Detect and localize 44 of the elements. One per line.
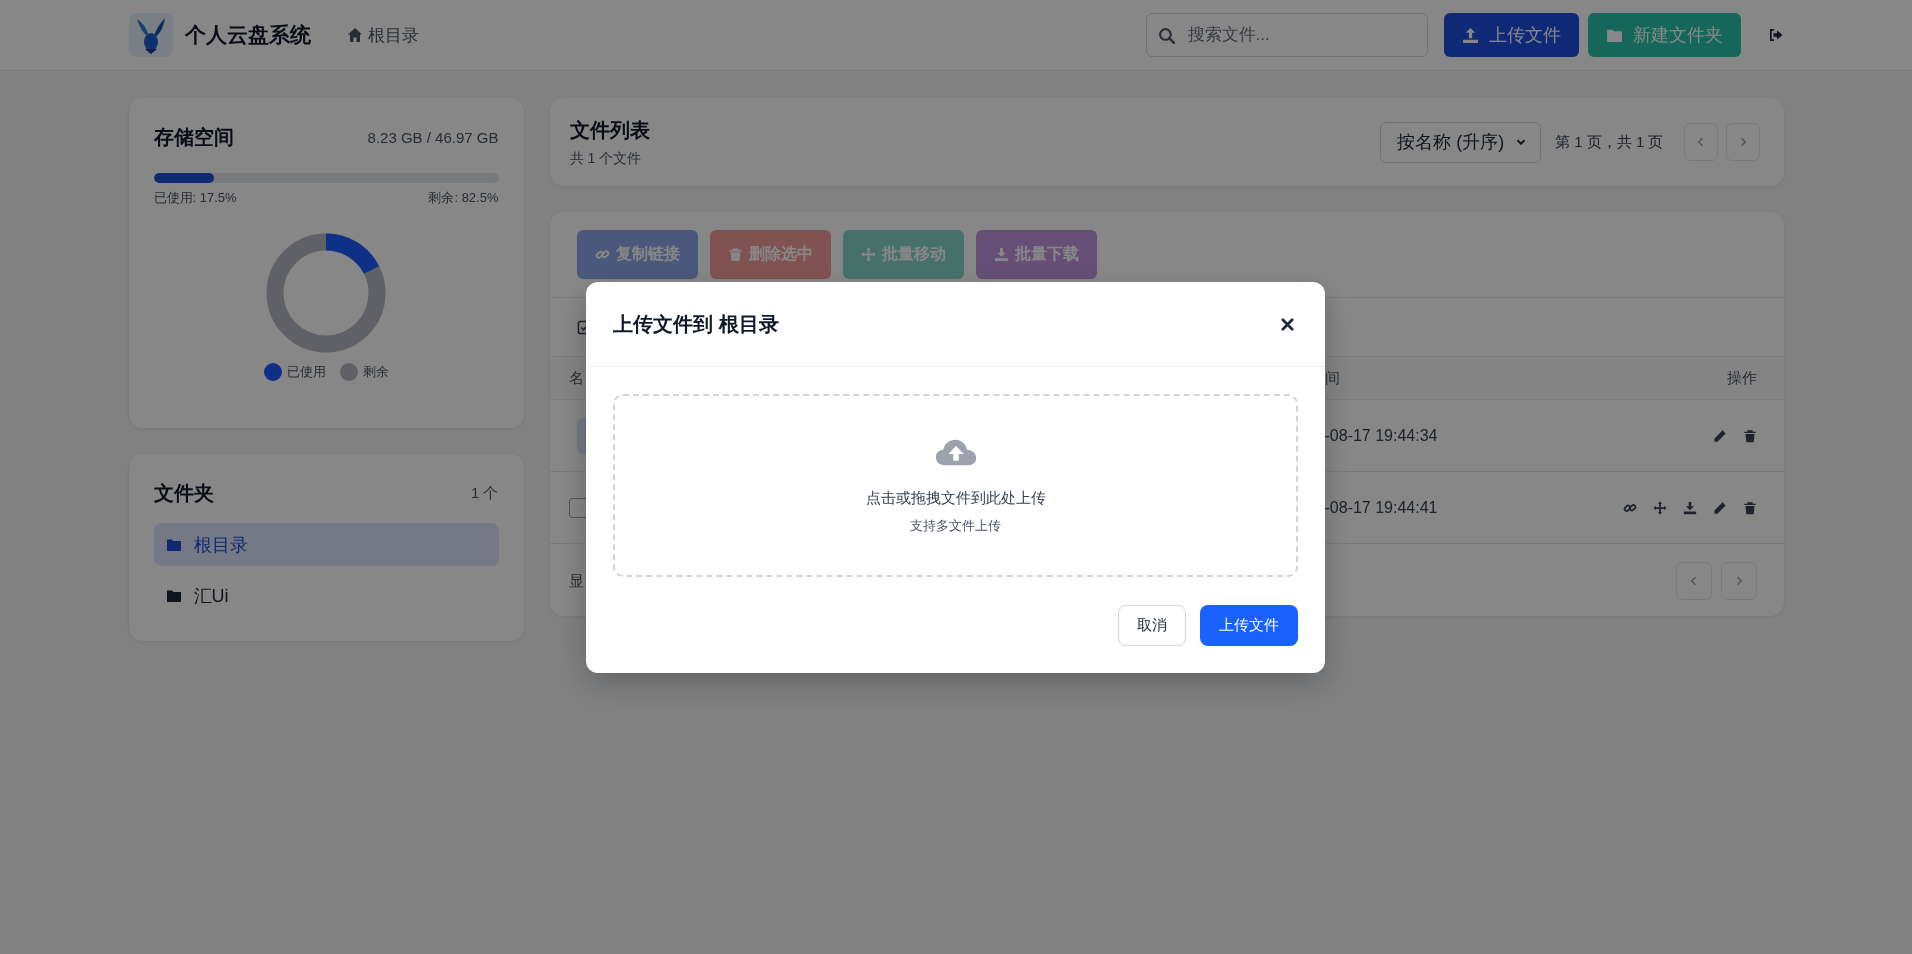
upload-icon	[1461, 26, 1479, 44]
trash-icon[interactable]	[1742, 500, 1757, 515]
close-icon[interactable]	[1280, 316, 1295, 332]
new-folder-button[interactable]: 新建文件夹	[1587, 13, 1741, 57]
file-count: 共 1 个文件	[569, 149, 643, 168]
upload-button[interactable]: 上传文件	[1443, 13, 1579, 57]
card-title: 存储空间	[153, 125, 234, 150]
column-header: 操作	[1726, 368, 1757, 388]
pencil-icon[interactable]	[1712, 500, 1727, 515]
pencil-icon[interactable]	[1712, 428, 1727, 443]
card-title: 文件列表	[569, 117, 651, 143]
file-drop-zone[interactable]: 点击或拖拽文件到此处上传 支持多文件上传	[613, 394, 1298, 577]
card-title: 文件夹	[153, 481, 214, 506]
storage-usage: 8.23 GB / 46.97 GB	[367, 129, 499, 146]
pagination-text: 显	[568, 571, 585, 591]
drop-instruction: 点击或拖拽文件到此处上传	[865, 489, 1046, 508]
legend-label: 已使用	[286, 363, 326, 381]
free-label: 剩余: 82.5%	[428, 189, 499, 207]
logout-icon[interactable]	[1767, 27, 1784, 43]
app-title: 个人云盘系统	[184, 22, 311, 48]
cancel-button[interactable]: 取消	[1118, 605, 1186, 646]
used-label: 已使用: 17.5%	[153, 189, 237, 207]
table-cell-text: -08-17 19:44:34	[1324, 426, 1439, 445]
upload-button[interactable]: 上传文件	[1200, 605, 1298, 646]
logo-icon	[128, 13, 173, 57]
drop-hint: 支持多文件上传	[910, 517, 1001, 535]
home-icon	[346, 27, 363, 43]
sort-dropdown[interactable]: 按名称 (升序)	[1380, 121, 1542, 163]
search-field[interactable]: 搜索文件...	[1145, 13, 1428, 57]
folder-item[interactable]: 汇Ui	[153, 574, 499, 617]
download-icon[interactable]	[1682, 500, 1697, 515]
page-info: 第 1 页，共 1 页	[1555, 132, 1664, 152]
trash-icon[interactable]	[1742, 428, 1757, 443]
move-icon[interactable]	[1652, 500, 1667, 515]
legend-label: 剩余	[362, 363, 389, 381]
folder-count: 1 个	[471, 484, 499, 503]
search-icon	[1157, 27, 1175, 44]
column-header: 名	[568, 368, 585, 388]
column-header: 间	[1324, 368, 1341, 388]
dialog-title: 上传文件到 根目录	[613, 311, 779, 337]
row-checkbox[interactable]	[568, 497, 589, 518]
breadcrumb-link[interactable]: 根目录	[346, 23, 419, 47]
table-cell-text: -08-17 19:44:41	[1324, 498, 1439, 517]
folder-item[interactable]: 根目录	[153, 523, 499, 566]
